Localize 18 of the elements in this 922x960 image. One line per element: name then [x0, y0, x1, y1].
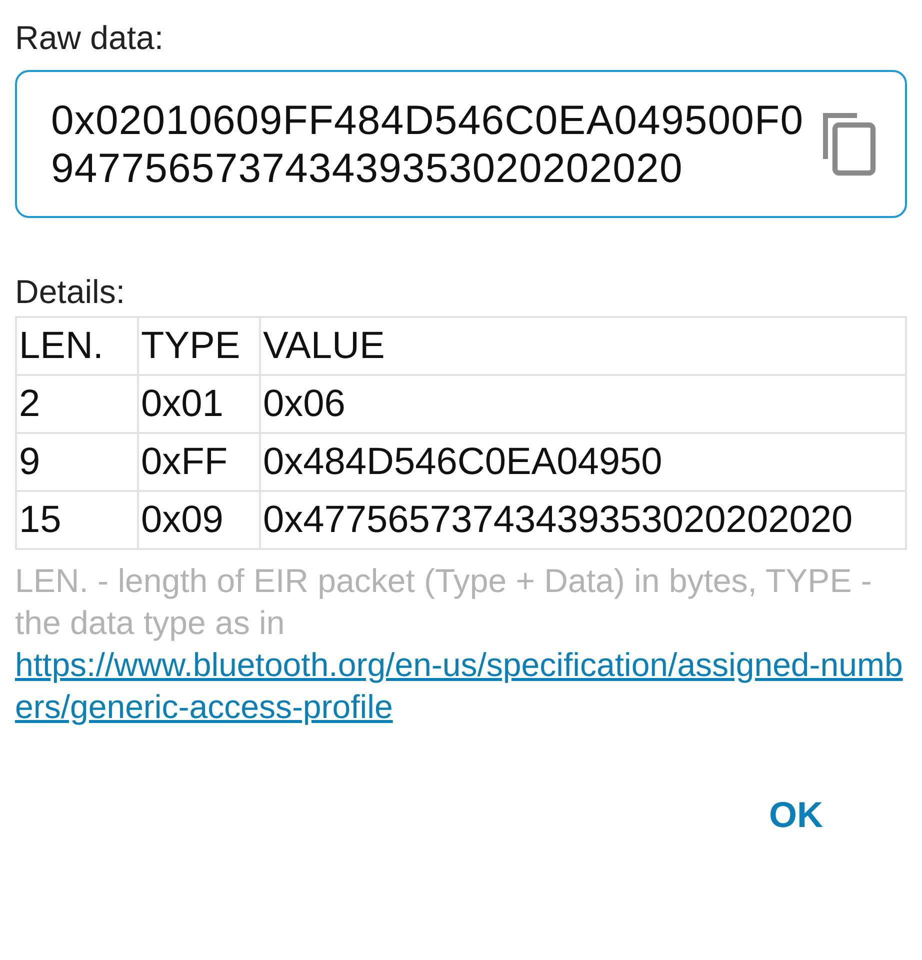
value-cell: 0x484D546C0EA04950 — [260, 433, 906, 491]
details-label: Details: — [15, 272, 126, 312]
length-cell: 9 — [16, 433, 138, 491]
spec-link[interactable]: https://www.bluetooth.org/en-us/specification/assigned-numbers/generic-access-profile — [15, 644, 907, 728]
length-cell: 15 — [16, 491, 138, 549]
type-cell: 0x09 — [138, 491, 260, 549]
raw-data-label: Raw data: — [15, 18, 165, 58]
column-header: TYPE — [138, 317, 260, 375]
legend-note: LEN. - length of EIR packet (Type + Data) in bytes, TYPE - the data type as in https://www.bluetooth.org/en-us/specification/assigned-numbers/generic-access-profile — [15, 560, 907, 728]
type-cell: 0x01 — [138, 375, 260, 433]
value-cell: 0x06 — [260, 375, 906, 433]
length-cell: 2 — [16, 375, 138, 433]
value-cell: 0x47756573743439353020202020 — [260, 491, 906, 549]
ok-button[interactable]: OK — [765, 788, 827, 842]
raw-data-value: 0x02010609FF484D546C0EA049500F0947756573743439353020202020 — [51, 96, 805, 192]
column-header: LEN. — [16, 317, 138, 375]
column-header: VALUE — [260, 317, 906, 375]
type-cell: 0xFF — [138, 433, 260, 491]
